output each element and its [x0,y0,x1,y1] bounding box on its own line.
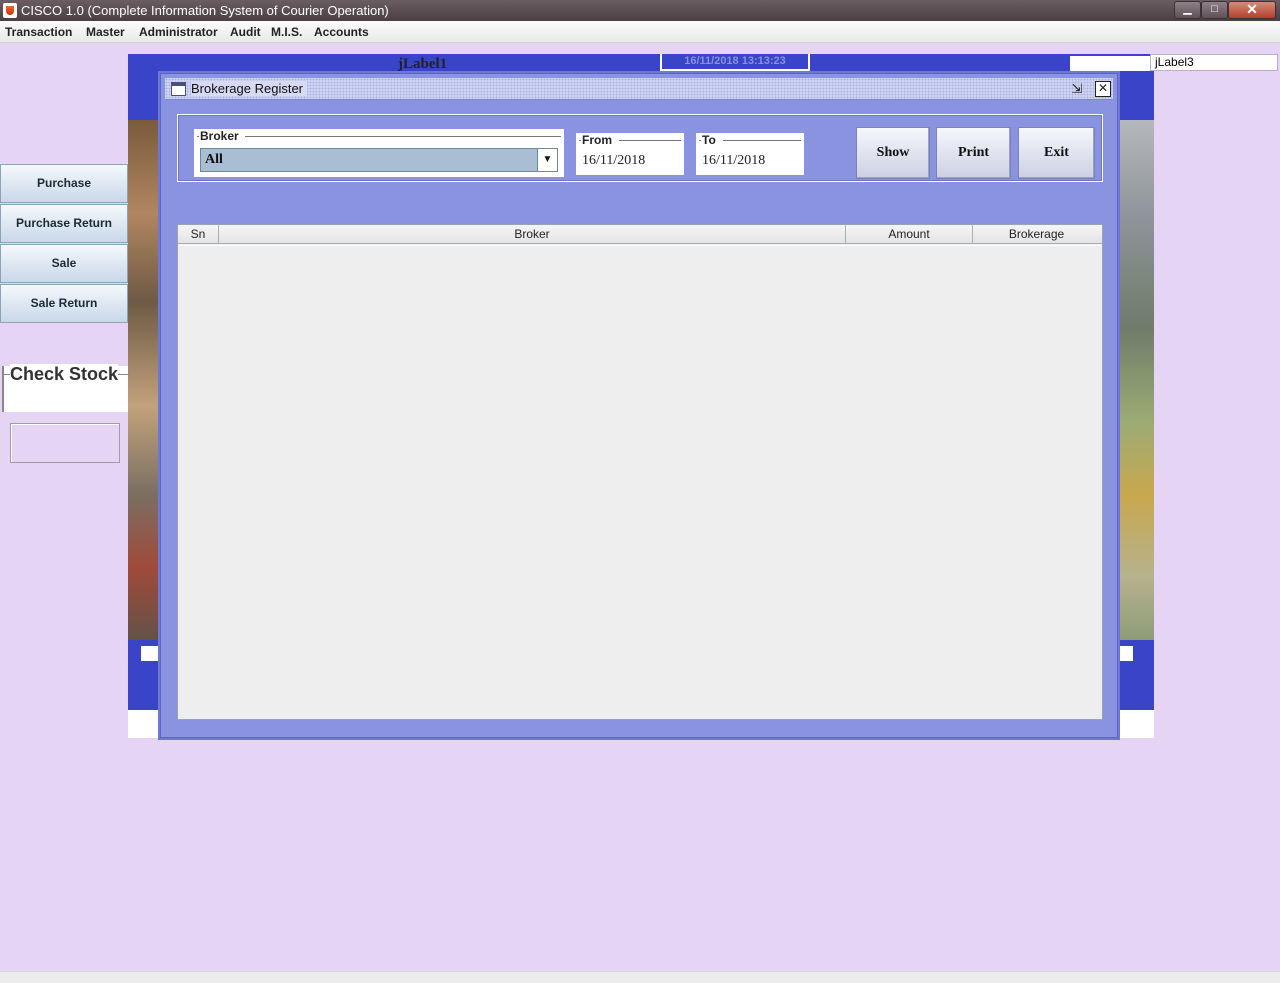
exit-button[interactable]: Exit [1018,127,1095,179]
column-header-brokerage[interactable]: Brokerage [973,225,1100,244]
menu-bar: Transaction Master Administrator Audit M… [0,21,1280,43]
maximize-button[interactable]: □ [1201,1,1228,19]
datetime-display: 16/11/2018 13:13:23 [660,54,810,71]
to-date-field[interactable]: 16/11/2018 [702,153,765,169]
show-button[interactable]: Show [856,127,930,179]
background-photo-left [128,120,160,640]
purchase-return-button[interactable]: Purchase Return [0,204,128,243]
brokerage-table: Sn Broker Amount Brokerage [177,224,1103,720]
column-header-amount[interactable]: Amount [846,225,973,244]
from-date-group: From 16/11/2018 [576,133,684,175]
minimize-button[interactable]: ▁ [1174,1,1201,19]
dialog-title: Brokerage Register [191,81,307,96]
table-header: Sn Broker Amount Brokerage [178,225,1102,244]
check-stock-label: Check Stock [10,364,119,385]
filter-panel: Broker All ▼ From 16/11/2018 To 16/11/20… [177,114,1103,182]
window-frame-icon [171,82,186,96]
background-square-right [1116,646,1133,661]
menu-audit[interactable]: Audit [230,25,261,39]
column-header-broker[interactable]: Broker [219,225,846,244]
menu-mis[interactable]: M.I.S. [271,25,302,39]
menu-accounts[interactable]: Accounts [314,25,369,39]
check-stock-group: Check Stock [2,364,130,412]
sale-button[interactable]: Sale [0,244,128,283]
window-title-bar: CISCO 1.0 (Complete Information System o… [0,0,1280,21]
column-header-sn[interactable]: Sn [178,225,219,244]
close-icon[interactable]: ✕ [1095,81,1111,97]
to-legend-line-right [723,140,801,141]
check-stock-button[interactable] [10,423,120,463]
background-square-left [141,646,158,661]
from-legend-line-right [619,140,681,141]
table-body[interactable] [179,245,1101,719]
close-window-button[interactable]: ✕ [1228,1,1276,19]
to-legend: To [701,133,717,147]
broker-select[interactable]: All ▼ [200,148,558,172]
print-button[interactable]: Print [936,127,1011,179]
background-photo-right [1118,120,1154,640]
jlabel3: jLabel3 [1150,54,1278,71]
from-legend: From [581,133,613,147]
jlabel3-box [1070,56,1154,71]
broker-legend: Broker [199,129,240,143]
sale-return-button[interactable]: Sale Return [0,284,128,323]
status-strip [0,971,1280,983]
broker-selected-value: All [205,152,223,167]
broker-legend-line-right [245,136,561,137]
brokerage-register-window: Brokerage Register ⇲ ✕ Broker All ▼ From… [160,73,1118,738]
broker-group: Broker All ▼ [194,129,564,177]
menu-master[interactable]: Master [86,25,125,39]
menu-administrator[interactable]: Administrator [139,25,218,39]
to-date-group: To 16/11/2018 [696,133,804,175]
java-app-icon [3,3,17,18]
window-title: CISCO 1.0 (Complete Information System o… [21,3,389,18]
restore-icon[interactable]: ⇲ [1069,81,1085,97]
dialog-title-bar[interactable]: Brokerage Register ⇲ ✕ [165,78,1113,100]
chevron-down-icon[interactable]: ▼ [537,149,557,171]
from-date-field[interactable]: 16/11/2018 [582,153,645,169]
menu-transaction[interactable]: Transaction [5,25,72,39]
purchase-button[interactable]: Purchase [0,164,128,203]
jlabel1: jLabel1 [398,56,448,72]
